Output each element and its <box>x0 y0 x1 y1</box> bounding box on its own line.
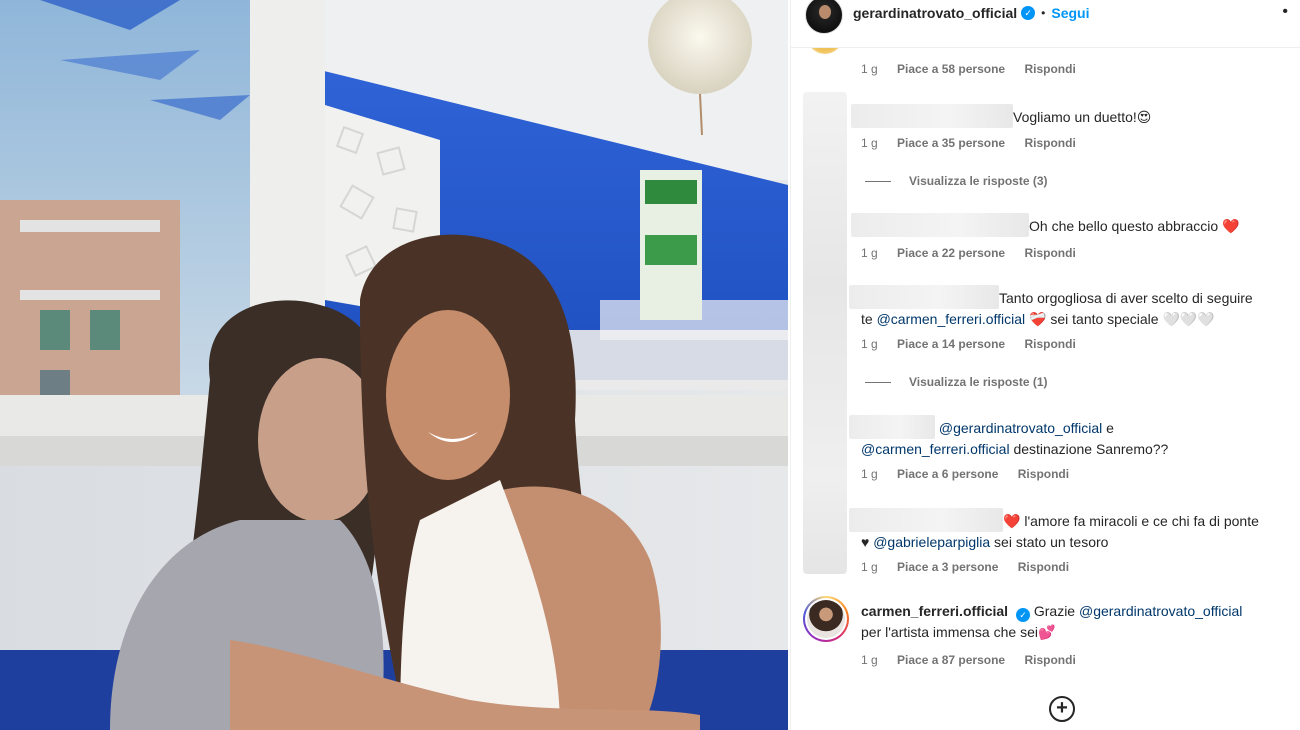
heart-eyes-emoji: 😍 <box>1136 109 1152 125</box>
comment-time: 1 g <box>861 62 878 76</box>
comment-likes[interactable]: Piace a 35 persone <box>897 136 1005 150</box>
comment-likes[interactable]: Piace a 3 persone <box>897 560 998 574</box>
comment-time: 1 g <box>861 467 878 481</box>
two-hearts-emoji: 💕 <box>1037 624 1056 640</box>
comment-likes[interactable]: Piace a 14 persone <box>897 337 1005 351</box>
blurred-username <box>849 415 935 439</box>
comment-text: carmen_ferreri.official ✓ Grazie @gerard… <box>861 603 1243 640</box>
blurred-username <box>851 213 1029 237</box>
mention-link[interactable]: @gabrieleparpiglia <box>873 534 990 550</box>
comment-text: Oh che bello questo abbraccio ❤️ <box>851 213 1271 237</box>
comment-meta: 1 g Piace a 3 persone Rispondi <box>861 560 1085 574</box>
author-username[interactable]: gerardinatrovato_official <box>853 5 1017 21</box>
comment-meta: 1 g Piace a 58 persone Rispondi <box>861 62 1092 76</box>
comment-likes[interactable]: Piace a 22 persone <box>897 246 1005 260</box>
comment-text: Tanto orgogliosa di aver scelto di segui… <box>849 285 1269 330</box>
reply-button[interactable]: Rispondi <box>1018 560 1069 574</box>
commenter-avatar[interactable] <box>807 48 843 54</box>
comment-likes[interactable]: Piace a 58 persone <box>897 62 1005 76</box>
comment-text: ❤️ l'amore fa miracoli e ce chi fa di po… <box>849 508 1269 553</box>
separator-dot: • <box>1041 5 1046 20</box>
view-replies-button[interactable]: Visualizza le risposte (1) <box>865 375 1048 389</box>
white-hearts-emoji: 🤍🤍🤍 <box>1162 311 1215 327</box>
comment-time: 1 g <box>861 560 878 574</box>
comment-meta: 1 g Piace a 22 persone Rispondi <box>861 246 1092 260</box>
more-dots-icon[interactable]: • <box>1282 3 1289 21</box>
mention-link[interactable]: @gerardinatrovato_official <box>939 420 1102 436</box>
blurred-username <box>849 285 999 309</box>
comment-time: 1 g <box>861 246 878 260</box>
comment-likes[interactable]: Piace a 87 persone <box>897 653 1005 667</box>
post-photo <box>0 0 788 730</box>
verified-badge-icon: ✓ <box>1021 5 1036 20</box>
comments-panel: gerardinatrovato_official ✓ • Segui • 1 … <box>790 0 1300 730</box>
mention-link[interactable]: @carmen_ferreri.official <box>877 311 1026 327</box>
comment-time: 1 g <box>861 136 878 150</box>
comment-meta: 1 g Piace a 6 persone Rispondi <box>861 467 1085 481</box>
comment-time: 1 g <box>861 653 878 667</box>
comment-text: Vogliamo un duetto!😍 <box>851 104 1271 128</box>
mention-link[interactable]: @carmen_ferreri.official <box>861 441 1010 457</box>
post-header: gerardinatrovato_official ✓ • Segui • <box>791 0 1300 48</box>
carmen-avatar[interactable] <box>803 596 849 642</box>
plus-circle-icon[interactable]: + <box>1049 696 1075 722</box>
comments-list: 1 g Piace a 58 persone Rispondi Vogliamo… <box>791 48 1300 730</box>
reply-button[interactable]: Rispondi <box>1024 653 1075 667</box>
comment-meta: 1 g Piace a 35 persone Rispondi <box>861 136 1092 150</box>
blurred-username <box>849 508 1003 532</box>
mending-heart-emoji: ❤️‍🩹 <box>1029 311 1047 327</box>
verified-badge-icon: ✓ <box>1015 608 1030 622</box>
mention-link[interactable]: @gerardinatrovato_official <box>1079 603 1242 619</box>
comment-meta: 1 g Piace a 14 persone Rispondi <box>861 337 1092 351</box>
reply-button[interactable]: Rispondi <box>1024 337 1075 351</box>
comment-text: @gerardinatrovato_official e @carmen_fer… <box>849 415 1281 460</box>
blurred-avatars <box>803 92 847 574</box>
reply-button[interactable]: Rispondi <box>1024 246 1075 260</box>
red-heart-emoji: ❤️ <box>1222 218 1240 234</box>
view-replies-button[interactable]: Visualizza le risposte (3) <box>865 174 1048 188</box>
reply-button[interactable]: Rispondi <box>1024 62 1075 76</box>
author-avatar[interactable] <box>805 0 843 34</box>
commenter-username[interactable]: carmen_ferreri.official <box>861 603 1008 619</box>
comment-likes[interactable]: Piace a 6 persone <box>897 467 998 481</box>
comment-meta: 1 g Piace a 87 persone Rispondi <box>861 653 1092 667</box>
blurred-username <box>851 104 1013 128</box>
reply-button[interactable]: Rispondi <box>1024 136 1075 150</box>
comment-time: 1 g <box>861 337 878 351</box>
red-heart-emoji: ❤️ <box>1003 513 1021 529</box>
heart-icon: ♥ <box>861 534 870 550</box>
reply-button[interactable]: Rispondi <box>1018 467 1069 481</box>
follow-button[interactable]: Segui <box>1051 5 1089 21</box>
